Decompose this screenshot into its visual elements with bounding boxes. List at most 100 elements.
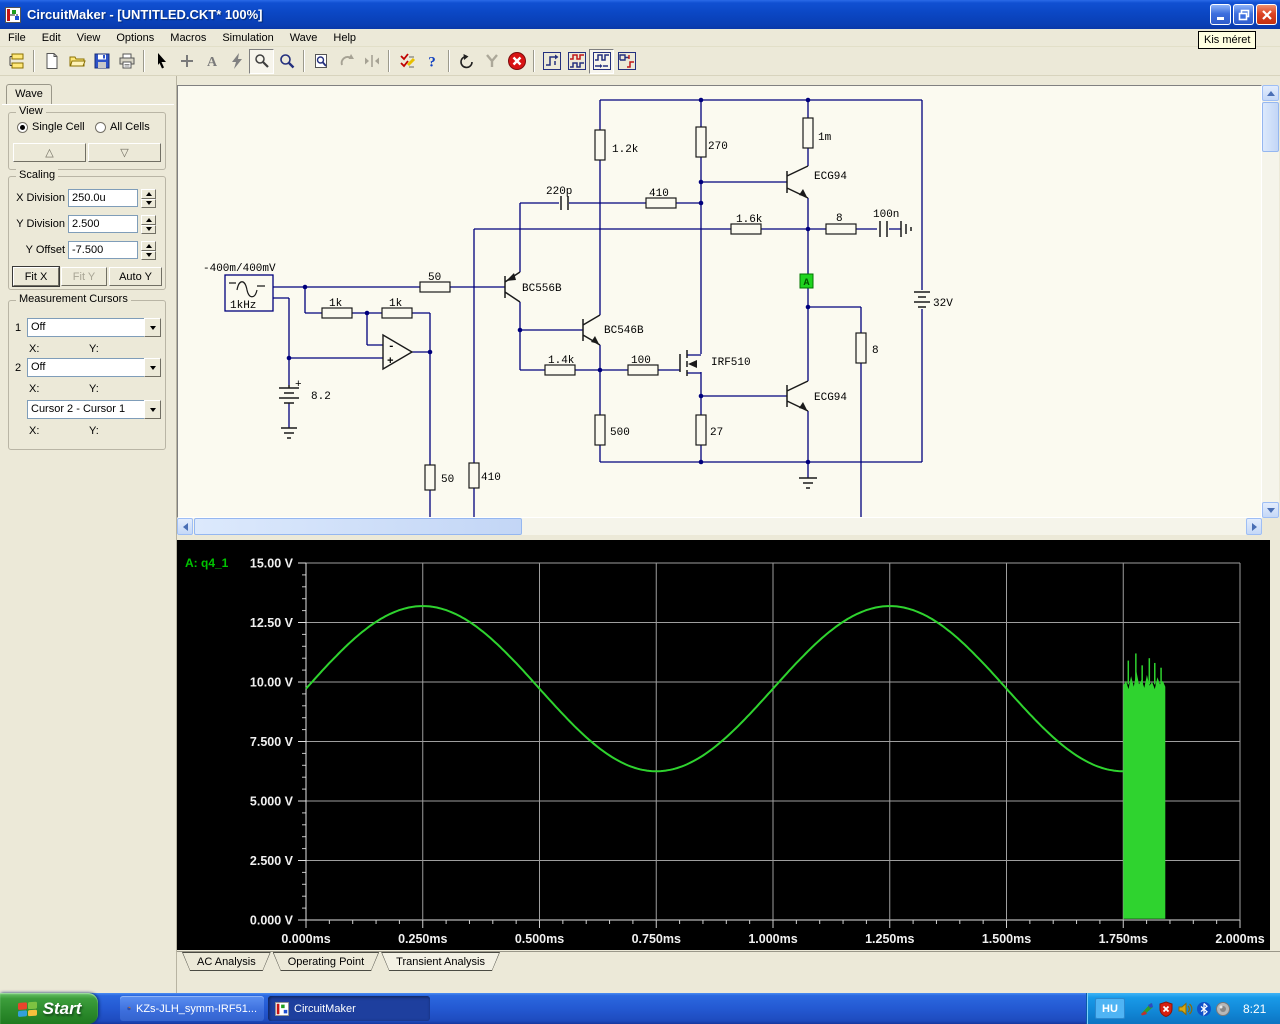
svg-text:A: A (206, 55, 217, 70)
scroll-down-button[interactable] (1262, 502, 1279, 518)
dropdown-arrow-icon[interactable] (144, 400, 161, 419)
tab-operating-point[interactable]: Operating Point (273, 952, 379, 971)
stop-simulation-button[interactable] (504, 49, 529, 74)
reset-simulation-icon (459, 54, 473, 69)
title-bar[interactable]: CircuitMaker - [UNTITLED.CKT* 100%] (0, 0, 1280, 29)
start-button[interactable]: Start (0, 993, 98, 1024)
radio-single-cell[interactable]: Single Cell (17, 121, 85, 133)
vertical-scroll-thumb[interactable] (1262, 102, 1279, 152)
cell-down-button[interactable]: ▽ (88, 143, 161, 162)
spin-up[interactable] (141, 241, 156, 251)
radio-all-cells[interactable]: All Cells (95, 121, 150, 133)
task-circuitmaker[interactable]: CircuitMaker (268, 996, 430, 1021)
close-button[interactable] (1256, 4, 1277, 25)
simulation-setup-button[interactable] (394, 49, 419, 74)
security-alert-icon[interactable] (1158, 1000, 1174, 1017)
text-tool-button[interactable]: A (199, 49, 224, 74)
tab-transient-analysis[interactable]: Transient Analysis (381, 952, 500, 971)
task-browser[interactable]: KZs-JLH_symm-IRF51... (120, 996, 264, 1021)
ecg94-bottom-label: ECG94 (814, 392, 847, 404)
view-group: View Single Cell All Cells △ ▽ (8, 105, 166, 170)
waveforms-window-button[interactable] (589, 48, 614, 74)
menu-simulation[interactable]: Simulation (214, 30, 281, 46)
irf510-label: IRF510 (711, 357, 751, 369)
fit-x-button[interactable]: Fit X (12, 266, 60, 287)
menu-wave[interactable]: Wave (282, 30, 326, 46)
menu-options[interactable]: Options (108, 30, 162, 46)
cursor1-select[interactable]: Off (27, 318, 161, 337)
cell-up-button[interactable]: △ (13, 143, 86, 162)
wire-tool-button[interactable] (174, 49, 199, 74)
spin-down[interactable] (141, 250, 156, 260)
volume-icon[interactable] (1177, 1001, 1193, 1017)
spin-up[interactable] (141, 215, 156, 225)
menu-edit[interactable]: Edit (34, 30, 69, 46)
probe-tool-button[interactable] (249, 48, 274, 74)
menu-view[interactable]: View (69, 30, 109, 46)
zoom-window-button[interactable] (309, 49, 334, 74)
horizontal-scroll-thumb[interactable] (194, 518, 522, 535)
help-button[interactable]: ? (419, 49, 444, 74)
reset-simulation-button[interactable] (454, 49, 479, 74)
vertical-scrollbar[interactable] (1262, 85, 1279, 518)
x-division-spinner[interactable] (141, 189, 156, 208)
cursor-diff-select[interactable]: Cursor 2 - Cursor 1 (27, 400, 161, 419)
new-file-button[interactable] (39, 49, 64, 74)
radio-dot (17, 121, 28, 133)
svg-text:15.00 V: 15.00 V (250, 557, 294, 571)
bluetooth-icon[interactable] (1196, 1001, 1212, 1017)
component-browser-button[interactable] (4, 49, 29, 74)
graphics-pen-icon[interactable] (1139, 1001, 1155, 1017)
mirror-button[interactable] (359, 49, 384, 74)
y-division-input[interactable] (68, 215, 138, 233)
dropdown-arrow-icon[interactable] (144, 358, 161, 377)
cursor1-index: 1 (15, 322, 22, 334)
scroll-right-button[interactable] (1246, 518, 1262, 535)
spin-up[interactable] (141, 189, 156, 199)
arrow-tool-button[interactable] (149, 49, 174, 74)
digital-display-button[interactable] (564, 49, 589, 74)
print-button[interactable] (114, 49, 139, 74)
chevron-right-icon (1251, 522, 1257, 531)
spin-down[interactable] (141, 198, 156, 208)
opamp-minus-label: - (388, 341, 395, 353)
test-probe-button[interactable] (479, 49, 504, 74)
menu-help[interactable]: Help (325, 30, 364, 46)
y-division-spinner[interactable] (141, 215, 156, 234)
y-offset-spinner[interactable] (141, 241, 156, 260)
clock[interactable]: 8:21 (1243, 1002, 1266, 1016)
auto-y-button[interactable]: Auto Y (109, 267, 162, 286)
horizontal-scrollbar[interactable] (177, 518, 1262, 535)
waveform-display[interactable]: A: q4_1 15.00 V 12.50 V 10.00 V 7.500 V 5.00… (177, 540, 1270, 950)
menu-file[interactable]: File (0, 30, 34, 46)
save-file-button[interactable] (89, 49, 114, 74)
x-division-input[interactable] (68, 189, 138, 207)
scroll-up-button[interactable] (1262, 85, 1279, 101)
toolbar-separator (143, 50, 145, 72)
device-icon[interactable] (1215, 1001, 1231, 1017)
tab-ac-analysis[interactable]: AC Analysis (182, 952, 271, 971)
schematic-canvas[interactable]: - + A -400m/400mV 1kHz 50 1k 1k + 8.2 BC… (177, 85, 1262, 518)
open-file-button[interactable] (64, 49, 89, 74)
dropdown-arrow-icon[interactable] (144, 318, 161, 337)
cursor2-select[interactable]: Off (27, 358, 161, 377)
scroll-left-button[interactable] (177, 518, 193, 535)
svg-text:1.250ms: 1.250ms (865, 932, 914, 946)
menu-macros[interactable]: Macros (162, 30, 214, 46)
fit-y-button[interactable]: Fit Y (61, 267, 107, 286)
r410-label: 410 (649, 188, 669, 200)
delete-tool-button[interactable] (224, 49, 249, 74)
rotate-button[interactable] (334, 49, 359, 74)
arrow-tool-icon (157, 53, 166, 69)
tab-wave[interactable]: Wave (6, 84, 52, 105)
y-offset-input[interactable] (68, 241, 138, 259)
save-file-icon (94, 53, 109, 69)
minimize-button[interactable] (1210, 4, 1231, 25)
mixed-display-button[interactable] (614, 49, 639, 74)
spin-down[interactable] (141, 224, 156, 234)
step-simulation-button[interactable] (539, 49, 564, 74)
language-indicator[interactable]: HU (1095, 998, 1125, 1019)
restore-button[interactable] (1233, 4, 1254, 25)
zoom-tool-button[interactable] (274, 49, 299, 74)
scope-probe-a[interactable]: A (799, 273, 814, 289)
